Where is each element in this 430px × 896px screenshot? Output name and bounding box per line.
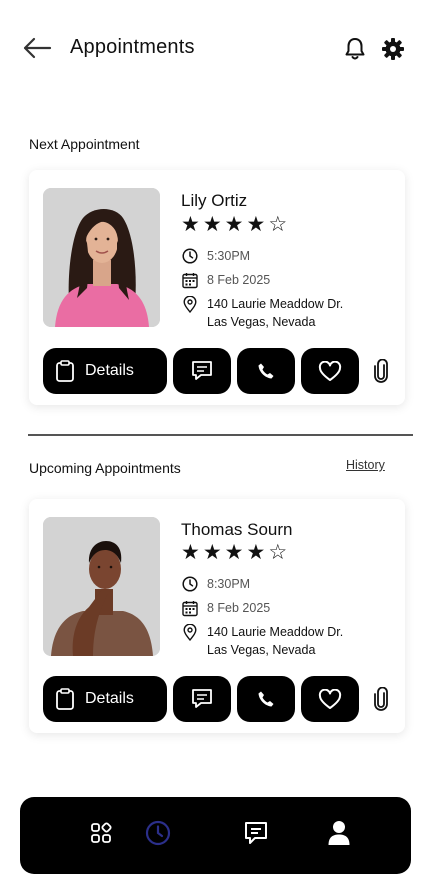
grid-icon: [91, 822, 112, 843]
attachment-button[interactable]: [370, 358, 392, 384]
star-filled-icon: ★: [181, 212, 200, 236]
clock-icon: [181, 575, 199, 593]
settings-button[interactable]: [380, 36, 406, 62]
next-appointment-card: Lily Ortiz ★ ★ ★ ★ ☆ 5:30PM 8 Feb 2025 1…: [29, 170, 405, 405]
favorite-button[interactable]: [301, 676, 359, 722]
address-line-1: 140 Laurie Meaddow Dr.: [207, 625, 344, 639]
favorite-button[interactable]: [301, 348, 359, 394]
gear-icon: [382, 38, 404, 60]
app-header: Appointments: [0, 0, 430, 100]
star-filled-icon: ★: [202, 212, 222, 236]
star-filled-icon: ★: [246, 212, 266, 236]
call-button[interactable]: [237, 676, 295, 722]
heart-icon: [318, 688, 342, 709]
star-filled-icon: ★: [224, 212, 244, 236]
patient-name: Lily Ortiz: [181, 191, 248, 210]
appointment-time-row: 8:30PM: [181, 575, 250, 593]
nav-item-messages[interactable]: [240, 817, 272, 849]
clock-icon: [145, 820, 171, 846]
location-pin-icon: [181, 623, 199, 641]
action-button-row: Details: [43, 676, 393, 722]
details-button-label: Details: [85, 362, 134, 379]
chat-icon: [245, 822, 267, 844]
calendar-icon: [181, 271, 199, 289]
appointment-time: 5:30PM: [207, 249, 251, 263]
next-appointment-heading: Next Appointment: [29, 136, 140, 152]
star-filled-icon: ★: [181, 540, 200, 564]
appointment-address-row: 140 Laurie Meaddow Dr. Las Vegas, Nevada: [181, 623, 343, 659]
upcoming-appointments-heading: Upcoming Appointments: [29, 460, 181, 476]
appointment-time-row: 5:30PM: [181, 247, 250, 265]
star-empty-icon: ☆: [268, 540, 288, 564]
arrow-left-icon: [23, 37, 52, 59]
user-icon: [328, 821, 350, 845]
bell-icon: [345, 38, 365, 60]
notifications-button[interactable]: [342, 36, 368, 62]
upcoming-appointment-card: Thomas Sourn ★ ★ ★ ★ ☆ 8:30PM 8 Feb 2025…: [29, 499, 405, 733]
chat-icon: [192, 689, 212, 708]
appointment-address-row: 140 Laurie Meaddow Dr. Las Vegas, Nevada: [181, 295, 343, 331]
star-filled-icon: ★: [224, 540, 244, 564]
appointment-date-row: 8 Feb 2025: [181, 271, 270, 289]
phone-icon: [258, 363, 274, 379]
appointment-date: 8 Feb 2025: [207, 601, 271, 615]
bottom-navigation: [20, 797, 411, 874]
back-button[interactable]: [20, 34, 54, 62]
star-filled-icon: ★: [246, 540, 266, 564]
message-button[interactable]: [173, 676, 231, 722]
call-button[interactable]: [237, 348, 295, 394]
location-pin-icon: [181, 295, 199, 313]
star-empty-icon: ☆: [268, 212, 288, 236]
chat-icon: [192, 361, 212, 380]
avatar: [43, 517, 160, 656]
address-line-1: 140 Laurie Meaddow Dr.: [207, 297, 344, 311]
action-button-row: Details: [43, 348, 393, 394]
appointment-time: 8:30PM: [207, 577, 251, 591]
address-line-2: Las Vegas, Nevada: [207, 643, 316, 657]
patient-name: Thomas Sourn: [181, 520, 293, 539]
details-button[interactable]: Details: [43, 348, 167, 394]
attachment-button[interactable]: [370, 686, 392, 712]
rating-stars: ★ ★ ★ ★ ☆: [181, 542, 287, 563]
star-filled-icon: ★: [202, 540, 222, 564]
address-line-2: Las Vegas, Nevada: [207, 315, 316, 329]
page-title: Appointments: [70, 36, 195, 58]
clipboard-icon: [56, 360, 74, 382]
history-link[interactable]: History: [346, 458, 385, 472]
section-divider: [28, 434, 413, 436]
paperclip-icon: [374, 359, 388, 383]
appointment-date: 8 Feb 2025: [207, 273, 271, 287]
clock-icon: [181, 247, 199, 265]
rating-stars: ★ ★ ★ ★ ☆: [181, 214, 287, 235]
clipboard-icon: [56, 688, 74, 710]
paperclip-icon: [374, 687, 388, 711]
appointment-date-row: 8 Feb 2025: [181, 599, 270, 617]
heart-icon: [318, 360, 342, 381]
phone-icon: [258, 691, 274, 707]
details-button-label: Details: [85, 690, 134, 707]
nav-item-dashboard[interactable]: [85, 817, 117, 849]
message-button[interactable]: [173, 348, 231, 394]
nav-item-appointments[interactable]: [142, 817, 174, 849]
avatar: [43, 188, 160, 327]
nav-item-profile[interactable]: [323, 817, 355, 849]
details-button[interactable]: Details: [43, 676, 167, 722]
calendar-icon: [181, 599, 199, 617]
